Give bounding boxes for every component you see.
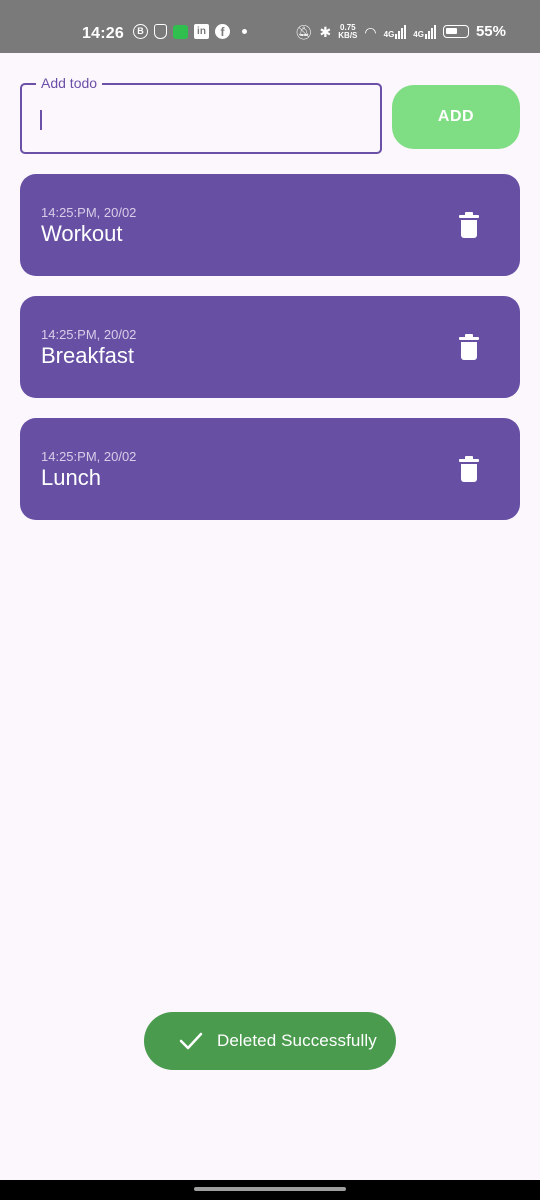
navigation-bar [0, 1180, 540, 1200]
todo-title: Workout [41, 221, 123, 246]
todo-timestamp: 14:25:PM, 20/02 [41, 205, 137, 220]
delete-button[interactable] [456, 456, 482, 484]
todo-title: Lunch [41, 465, 101, 490]
todo-timestamp: 14:25:PM, 20/02 [41, 449, 137, 464]
todo-timestamp: 14:25:PM, 20/02 [41, 327, 137, 342]
mute-icon: 🔕︎ [294, 23, 313, 40]
facebook-icon: f [215, 24, 230, 39]
network-speed: 0.75 KB/S [338, 22, 358, 40]
wifi-icon: ◠ [364, 23, 377, 40]
status-bar: 14:26 B in f 🔕︎ ✱ 0.75 KB/S ◠ 4G 4G 55% [0, 0, 540, 53]
toast-text: Deleted Successfully [217, 1031, 377, 1050]
bluetooth-icon: ✱ [319, 23, 332, 40]
b-notification-icon: B [133, 24, 148, 39]
todo-title: Breakfast [41, 343, 134, 368]
delete-button[interactable] [456, 212, 482, 240]
add-todo-label: Add todo [36, 75, 103, 91]
shield-notification-icon [154, 24, 167, 39]
more-notifications-dot-icon [242, 29, 247, 34]
todo-card: 14:25:PM, 20/02 Workout [20, 174, 520, 276]
add-todo-input[interactable] [40, 107, 360, 131]
status-time: 14:26 [82, 25, 124, 42]
delete-button[interactable] [456, 334, 482, 362]
todo-card: 14:25:PM, 20/02 Lunch [20, 418, 520, 520]
linkedin-icon: in [194, 24, 209, 39]
toast-message: Deleted Successfully [144, 1012, 396, 1070]
add-todo-field[interactable]: Add todo [20, 75, 382, 154]
system-icons: 🔕︎ ✱ 0.75 KB/S ◠ 4G 4G 55% [295, 23, 506, 40]
todo-card: 14:25:PM, 20/02 Breakfast [20, 296, 520, 398]
notification-icons: B in f [133, 24, 247, 39]
check-icon [179, 1032, 203, 1050]
battery-percent: 55% [475, 23, 506, 40]
text-caret [40, 110, 42, 130]
signal-icon-2: 4G [413, 24, 436, 39]
add-button[interactable]: ADD [392, 85, 520, 149]
chat-notification-icon [173, 24, 188, 39]
home-indicator[interactable] [194, 1187, 346, 1191]
signal-icon-1: 4G [384, 24, 407, 39]
battery-icon [442, 25, 469, 38]
